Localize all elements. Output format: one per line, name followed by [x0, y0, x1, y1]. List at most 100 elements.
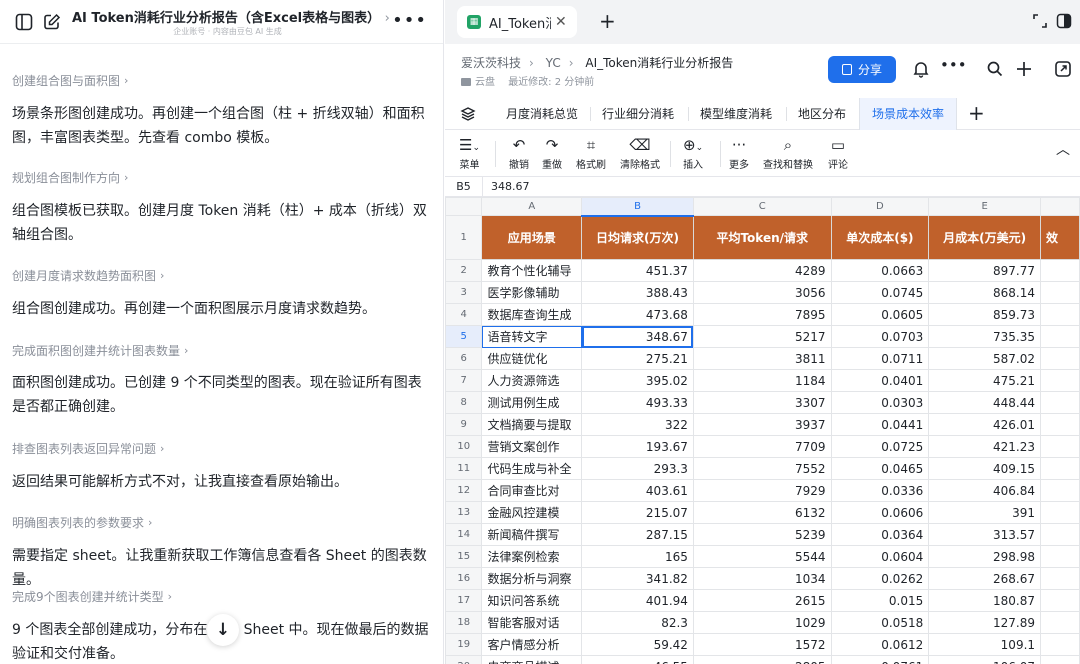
- cell-avg-tokens[interactable]: 3811: [692, 347, 832, 370]
- cell-unit-cost[interactable]: 0.0703: [830, 325, 930, 348]
- close-tab-icon[interactable]: ✕: [555, 14, 567, 30]
- cell-daily-requests[interactable]: 322: [581, 413, 694, 436]
- cell-scenario[interactable]: 语音转文字: [481, 325, 583, 348]
- comment-button[interactable]: ▭ 评论: [828, 135, 848, 171]
- cell-daily-requests[interactable]: 193.67: [581, 435, 694, 458]
- breadcrumb-item[interactable]: YC: [546, 56, 561, 70]
- cell-empty[interactable]: [1040, 369, 1080, 392]
- cell-daily-requests[interactable]: 165: [581, 545, 694, 568]
- formula-input[interactable]: 348.67: [491, 177, 530, 197]
- cell-unit-cost[interactable]: 0.0761: [830, 655, 930, 664]
- cell-monthly-cost[interactable]: 298.98: [928, 545, 1042, 568]
- cell-unit-cost[interactable]: 0.0725: [830, 435, 930, 458]
- cell-unit-cost[interactable]: 0.0262: [830, 567, 930, 590]
- cell-scenario[interactable]: 教育个性化辅导: [481, 259, 583, 282]
- row-number[interactable]: 5: [445, 325, 483, 348]
- cell-daily-requests[interactable]: 59.42: [581, 633, 694, 656]
- layers-icon[interactable]: [460, 106, 476, 122]
- row-number[interactable]: 2: [445, 259, 483, 282]
- step-label[interactable]: 完成9个图表创建并统计类型 ›: [12, 586, 172, 606]
- cell-unit-cost[interactable]: 0.0465: [830, 457, 930, 480]
- column-header[interactable]: B: [581, 197, 694, 217]
- collapse-toolbar-icon[interactable]: ︿: [1056, 139, 1070, 159]
- header-cell[interactable]: 应用场景: [481, 215, 583, 260]
- cell-empty[interactable]: [1040, 303, 1080, 326]
- cell-scenario[interactable]: 测试用例生成: [481, 391, 583, 414]
- cell-daily-requests[interactable]: 403.61: [581, 479, 694, 502]
- cell-scenario[interactable]: 合同审查比对: [481, 479, 583, 502]
- column-header[interactable]: E: [928, 197, 1042, 216]
- cell-daily-requests[interactable]: 388.43: [581, 281, 694, 304]
- row-number[interactable]: 14: [445, 523, 483, 546]
- cell-scenario[interactable]: 营销文案创作: [481, 435, 583, 458]
- expand-icon[interactable]: [1032, 13, 1048, 29]
- cell-scenario[interactable]: 数据库查询生成: [481, 303, 583, 326]
- cell-daily-requests[interactable]: 287.15: [581, 523, 694, 546]
- cell-avg-tokens[interactable]: 2805: [692, 655, 832, 664]
- row-number[interactable]: 18: [445, 611, 483, 634]
- cell-empty[interactable]: [1040, 501, 1080, 524]
- cell-scenario[interactable]: 金融风控建模: [481, 501, 583, 524]
- tab-sheet[interactable]: 月度消耗总览: [494, 98, 590, 130]
- more-icon[interactable]: •••: [940, 56, 967, 74]
- add-sheet-icon[interactable]: +: [968, 101, 985, 125]
- cell-unit-cost[interactable]: 0.0604: [830, 545, 930, 568]
- header-cell[interactable]: 平均Token/请求: [692, 215, 832, 260]
- cell-unit-cost[interactable]: 0.015: [830, 589, 930, 612]
- cell-avg-tokens[interactable]: 5217: [692, 325, 832, 348]
- header-cell[interactable]: 效: [1040, 215, 1080, 260]
- scroll-down-button[interactable]: ↓: [207, 614, 239, 646]
- cell-scenario[interactable]: 法律案例检索: [481, 545, 583, 568]
- row-number[interactable]: 13: [445, 501, 483, 524]
- cell-monthly-cost[interactable]: 448.44: [928, 391, 1042, 414]
- cell-avg-tokens[interactable]: 7552: [692, 457, 832, 480]
- row-number[interactable]: 20: [445, 655, 483, 664]
- cell-daily-requests[interactable]: 215.07: [581, 501, 694, 524]
- row-number[interactable]: 12: [445, 479, 483, 502]
- cell-daily-requests[interactable]: 275.21: [581, 347, 694, 370]
- cell-avg-tokens[interactable]: 5544: [692, 545, 832, 568]
- column-header[interactable]: C: [692, 197, 832, 216]
- cell-unit-cost[interactable]: 0.0606: [830, 501, 930, 524]
- cell-scenario[interactable]: 文档摘要与提取: [481, 413, 583, 436]
- row-number[interactable]: 3: [445, 281, 483, 304]
- column-header[interactable]: [1040, 197, 1080, 216]
- menu-button[interactable]: ☰⌄ 菜单: [459, 135, 480, 171]
- cell-monthly-cost[interactable]: 897.77: [928, 259, 1042, 282]
- cell-monthly-cost[interactable]: 868.14: [928, 281, 1042, 304]
- row-number[interactable]: 16: [445, 567, 483, 590]
- cell-empty[interactable]: [1040, 589, 1080, 612]
- cell-empty[interactable]: [1040, 325, 1080, 348]
- cell-monthly-cost[interactable]: 406.84: [928, 479, 1042, 502]
- cell-empty[interactable]: [1040, 479, 1080, 502]
- step-label[interactable]: 规划组合图制作方向 ›: [12, 167, 128, 187]
- cell-empty[interactable]: [1040, 281, 1080, 304]
- cell-avg-tokens[interactable]: 1034: [692, 567, 832, 590]
- row-number[interactable]: 4: [445, 303, 483, 326]
- cell-unit-cost[interactable]: 0.0441: [830, 413, 930, 436]
- cell-monthly-cost[interactable]: 426.01: [928, 413, 1042, 436]
- redo-button[interactable]: ↷ 重做: [542, 135, 562, 171]
- tab-sheet[interactable]: 模型维度消耗: [688, 98, 784, 130]
- cell-daily-requests[interactable]: 293.3: [581, 457, 694, 480]
- row-number[interactable]: 9: [445, 413, 483, 436]
- cell-monthly-cost[interactable]: 475.21: [928, 369, 1042, 392]
- row-number[interactable]: 10: [445, 435, 483, 458]
- cell-avg-tokens[interactable]: 1572: [692, 633, 832, 656]
- row-number[interactable]: 15: [445, 545, 483, 568]
- cell-avg-tokens[interactable]: 3307: [692, 391, 832, 414]
- cell-unit-cost[interactable]: 0.0663: [830, 259, 930, 282]
- cell-unit-cost[interactable]: 0.0612: [830, 633, 930, 656]
- cell-unit-cost[interactable]: 0.0605: [830, 303, 930, 326]
- header-cell[interactable]: 日均请求(万次): [581, 215, 694, 260]
- cell-empty[interactable]: [1040, 523, 1080, 546]
- document-title[interactable]: AI_Token消耗行业分析报告: [585, 56, 733, 70]
- step-label[interactable]: 创建组合图与面积图 ›: [12, 70, 128, 90]
- cell-unit-cost[interactable]: 0.0303: [830, 391, 930, 414]
- cell-unit-cost[interactable]: 0.0401: [830, 369, 930, 392]
- cell-empty[interactable]: [1040, 391, 1080, 414]
- row-number[interactable]: 6: [445, 347, 483, 370]
- row-number[interactable]: 19: [445, 633, 483, 656]
- cell-avg-tokens[interactable]: 1184: [692, 369, 832, 392]
- clear-format-button[interactable]: ⌫ 清除格式: [620, 135, 660, 171]
